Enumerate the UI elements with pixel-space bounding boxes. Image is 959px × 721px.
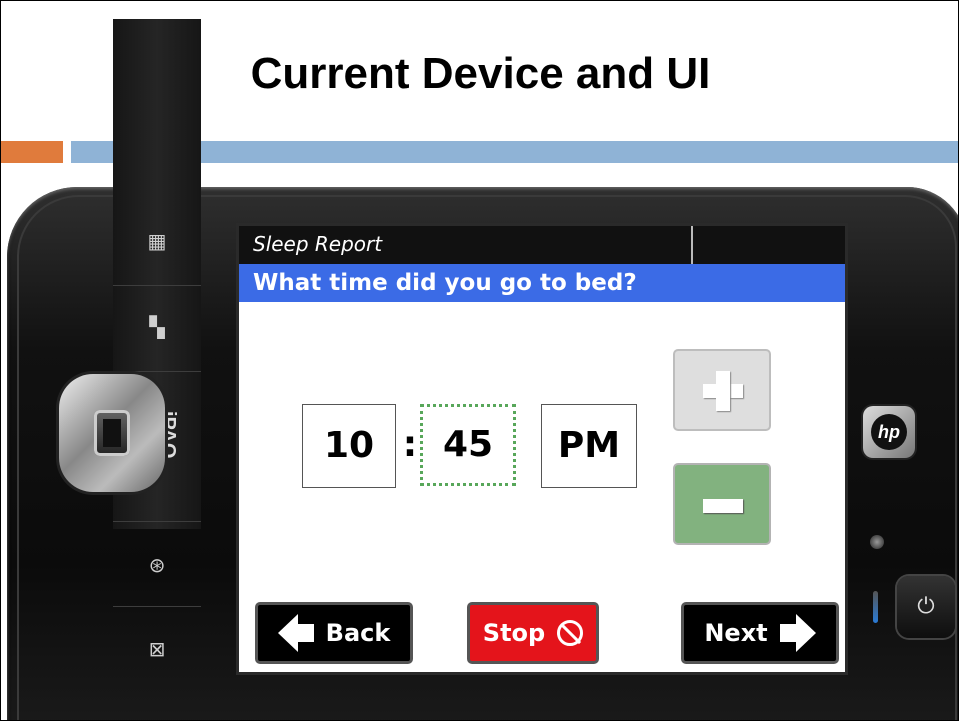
sensor-dot — [870, 535, 884, 549]
increment-button[interactable] — [673, 349, 771, 431]
minute-field[interactable]: 45 — [420, 404, 516, 486]
decrement-button[interactable] — [673, 463, 771, 545]
next-button[interactable]: Next — [681, 602, 839, 664]
app-title: Sleep Report — [253, 232, 383, 256]
arrow-right-icon — [779, 614, 816, 652]
hardware-divider — [113, 285, 201, 286]
accent-bar-orange — [1, 141, 63, 163]
time-separator: : — [402, 424, 418, 465]
back-button[interactable]: Back — [255, 602, 413, 664]
windows-start-icon[interactable]: ▚ — [135, 315, 179, 339]
hardware-divider — [113, 521, 201, 522]
app-titlebar: Sleep Report — [239, 226, 845, 264]
hp-logo-text: hp — [871, 414, 907, 450]
minus-icon — [703, 499, 743, 513]
no-entry-icon — [557, 620, 584, 646]
device-screen: Sleep Report What time did you go to bed… — [236, 223, 848, 675]
calendar-grid-icon[interactable]: ▦ — [135, 229, 179, 253]
hardware-divider — [113, 371, 201, 372]
stop-button[interactable]: Stop — [467, 602, 599, 664]
accent-bar-blue — [71, 141, 958, 163]
hardware-divider — [113, 606, 201, 607]
titlebar-separator — [691, 226, 693, 264]
power-icon[interactable]: ⏻ — [897, 576, 955, 638]
plus-icon-vertical — [716, 371, 730, 411]
next-label: Next — [704, 619, 768, 647]
ok-icon[interactable]: ⊛ — [135, 553, 179, 577]
back-label: Back — [325, 619, 391, 647]
slide: Current Device and UI ▦ ▚ ⊛ ⊠ iPAQ hp ⏻ … — [0, 0, 959, 721]
question-banner: What time did you go to bed? — [239, 264, 845, 302]
envelope-icon[interactable]: ⊠ — [135, 637, 179, 661]
navigation-dpad[interactable] — [59, 374, 165, 492]
dpad-select-button[interactable] — [94, 410, 130, 456]
hp-logo: hp — [863, 406, 915, 458]
hour-field[interactable]: 10 — [302, 404, 396, 488]
ampm-field[interactable]: PM — [541, 404, 637, 488]
status-led — [873, 591, 878, 623]
arrow-left-icon — [277, 614, 314, 652]
stop-label: Stop — [482, 619, 546, 647]
dpad-center — [103, 419, 121, 447]
